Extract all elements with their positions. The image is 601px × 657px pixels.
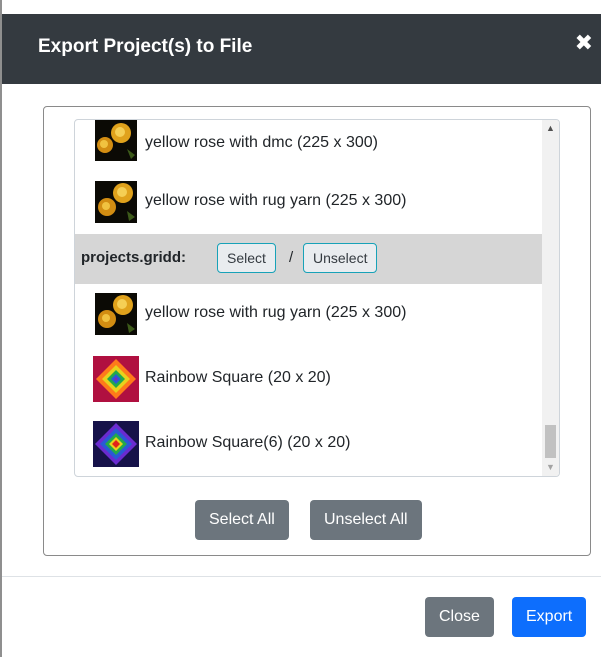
footer-divider (2, 576, 601, 577)
group-select-button[interactable]: Select (217, 243, 276, 273)
rainbow-square-thumbnail-icon (91, 354, 141, 404)
scroll-up-arrow-icon[interactable]: ▲ (542, 120, 559, 137)
select-all-button[interactable]: Select All (195, 500, 289, 540)
list-item-label: Rainbow Square (20 x 20) (145, 369, 331, 386)
export-dialog: Export Project(s) to File ✖ yellow rose … (0, 0, 601, 657)
list-item[interactable]: Rainbow Square(6) (20 x 20) (75, 416, 542, 472)
scrollbar-thumb[interactable] (545, 425, 556, 458)
yellow-rose-thumbnail-icon (91, 289, 141, 339)
group-separator: / (289, 249, 294, 266)
list-item[interactable]: yellow rose with rug yarn (225 x 300) (75, 174, 542, 230)
dialog-title: Export Project(s) to File (38, 36, 253, 57)
group-unselect-button[interactable]: Unselect (303, 243, 378, 273)
list-item[interactable]: yellow rose with rug yarn (225 x 300) (75, 286, 542, 342)
yellow-rose-thumbnail-icon (91, 177, 141, 227)
list-item[interactable]: yellow rose with dmc (225 x 300) (75, 120, 542, 172)
yellow-rose-thumbnail-icon (91, 120, 141, 169)
unselect-all-button[interactable]: Unselect All (310, 500, 422, 540)
group-name: projects.gridd: (81, 249, 187, 266)
close-icon[interactable]: ✖ (575, 30, 593, 56)
rainbow-square-6-thumbnail-icon (91, 419, 141, 469)
project-list[interactable]: yellow rose with dmc (225 x 300) yellow … (74, 119, 560, 477)
list-item-label: yellow rose with rug yarn (225 x 300) (145, 192, 407, 209)
list-scrollbar[interactable]: ▲ ▼ (542, 120, 559, 476)
list-item[interactable]: Rainbow Square (20 x 20) (75, 351, 542, 407)
export-button[interactable]: Export (512, 597, 587, 637)
scroll-down-arrow-icon[interactable]: ▼ (542, 459, 559, 476)
dialog-header: Export Project(s) to File ✖ (2, 14, 601, 84)
list-item-label: Rainbow Square(6) (20 x 20) (145, 434, 351, 451)
list-item-label: yellow rose with rug yarn (225 x 300) (145, 304, 407, 321)
close-button[interactable]: Close (425, 597, 494, 637)
file-group-header: projects.gridd: Select / Unselect (75, 234, 542, 284)
list-item-label: yellow rose with dmc (225 x 300) (145, 134, 378, 151)
